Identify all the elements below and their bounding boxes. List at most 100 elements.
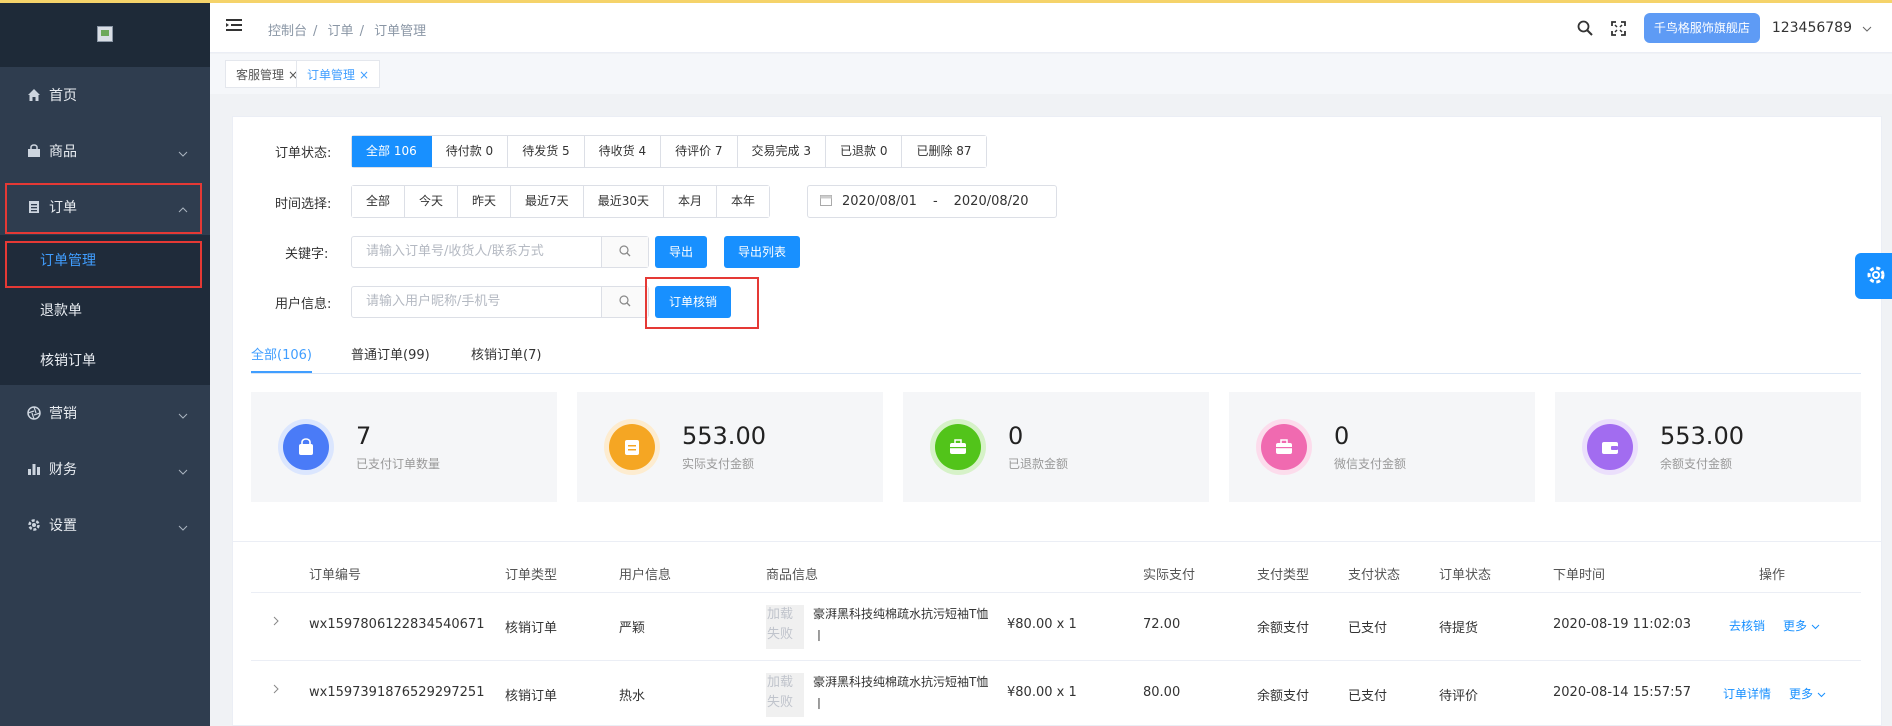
- briefcase-icon: [935, 424, 981, 470]
- pay-status: 已支付: [1348, 689, 1388, 704]
- status-option[interactable]: 待付款 0: [431, 136, 509, 167]
- status-option[interactable]: 待发货 5: [508, 136, 585, 167]
- date-range-picker[interactable]: 2020/08/01 - 2020/08/20: [807, 185, 1057, 218]
- chevron-down-icon: [178, 407, 188, 423]
- stat-value: 0: [1334, 422, 1350, 450]
- date-separator: -: [932, 194, 938, 209]
- wallet-icon: [1587, 424, 1633, 470]
- tab-verify[interactable]: 核销订单(7): [471, 344, 541, 373]
- highlight-orders: [5, 183, 202, 234]
- column-header: 用户信息: [619, 568, 672, 583]
- time-option[interactable]: 最近7天: [511, 186, 584, 217]
- stat-label: 已支付订单数量: [356, 457, 441, 471]
- floating-settings-button[interactable]: [1855, 253, 1892, 299]
- export-button[interactable]: 导出: [655, 236, 708, 268]
- sidebar-item-home[interactable]: 首页: [0, 67, 210, 123]
- close-icon[interactable]: ×: [359, 68, 369, 82]
- user-info: 严颖: [619, 621, 646, 636]
- status-option[interactable]: 待评价 7: [661, 136, 738, 167]
- tag-label: 订单管理: [307, 68, 356, 82]
- verify-link[interactable]: 去核销: [1729, 617, 1765, 634]
- column-header: 操作: [1759, 568, 1786, 583]
- tab-all[interactable]: 全部(106): [251, 344, 312, 373]
- chevron-right-icon[interactable]: [273, 683, 279, 698]
- chevron-down-icon: [178, 519, 188, 535]
- sidebar-subitem-verify-orders[interactable]: 核销订单: [0, 335, 210, 385]
- tag-order-management[interactable]: 订单管理 ×: [296, 60, 381, 88]
- time-label: 时间选择:: [275, 197, 332, 212]
- more-dropdown[interactable]: 更多: [1783, 617, 1820, 634]
- time-option[interactable]: 本月: [663, 186, 717, 217]
- status-label: 订单状态:: [275, 146, 332, 161]
- time-option[interactable]: 本年: [716, 186, 769, 217]
- pay-type: 余额支付: [1257, 689, 1310, 704]
- time-option[interactable]: 最近30天: [583, 186, 664, 217]
- breadcrumb-item[interactable]: 订单: [328, 24, 354, 39]
- status-option[interactable]: 已退款 0: [826, 136, 903, 167]
- sidebar-item-marketing[interactable]: 营销: [0, 385, 210, 441]
- time-filter-group: 全部 今天 昨天 最近7天 最近30天 本月 本年: [351, 185, 770, 218]
- sidebar-item-label: 设置: [49, 518, 77, 534]
- keyword-search: 请输入订单号/收货人/联系方式: [351, 236, 649, 268]
- stat-label: 余额支付金额: [1660, 457, 1733, 471]
- pay-status: 已支付: [1348, 621, 1388, 636]
- more-label: 更多: [1783, 619, 1808, 633]
- stat-label: 实际支付金额: [682, 457, 755, 471]
- user-search: 请输入用户昵称/手机号: [351, 286, 649, 318]
- order-status: 待提货: [1439, 621, 1479, 636]
- breadcrumb-item[interactable]: 控制台: [268, 24, 307, 39]
- gear-icon: [25, 516, 43, 534]
- sidebar-subitem-refunds[interactable]: 退款单: [0, 285, 210, 335]
- home-icon: [25, 86, 43, 104]
- time-option[interactable]: 全部: [352, 186, 406, 217]
- table-row: wx1597806122834540671 核销订单 严颖 加载失败 豪湃黑科技…: [251, 593, 1861, 661]
- product-price: ¥80.00 x 1: [1007, 617, 1077, 632]
- order-status: 待评价: [1439, 689, 1479, 704]
- shopping-bag-icon: [283, 424, 329, 470]
- status-option[interactable]: 待收货 4: [584, 136, 662, 167]
- highlight-verify-button: [645, 277, 759, 329]
- stat-value: 553.00: [682, 422, 766, 450]
- sidebar-item-settings[interactable]: 设置: [0, 497, 210, 553]
- time-option[interactable]: 昨天: [458, 186, 512, 217]
- bag-icon: [25, 142, 43, 160]
- user-menu[interactable]: 123456789: [1772, 20, 1872, 36]
- time-option[interactable]: 今天: [405, 186, 459, 217]
- main-content: 订单状态: 全部 106 待付款 0 待发货 5 待收货 4 待评价 7 交易完…: [232, 116, 1882, 726]
- product-thumbnail: 加载失败: [766, 605, 804, 649]
- sidebar-item-goods[interactable]: 商品: [0, 123, 210, 179]
- chevron-down-icon: [1817, 687, 1826, 701]
- chevron-right-icon[interactable]: [273, 615, 279, 630]
- menu-fold-icon[interactable]: [226, 18, 242, 35]
- column-header: 订单状态: [1439, 568, 1492, 583]
- keyword-input[interactable]: 请输入订单号/收货人/联系方式: [352, 237, 602, 267]
- order-time: 2020-08-19 11:02:03: [1553, 617, 1692, 632]
- keyword-label: 关键字:: [285, 247, 329, 262]
- sidebar-item-finance[interactable]: 财务: [0, 441, 210, 497]
- breadcrumb-item: 订单管理: [374, 24, 427, 39]
- column-header: 支付类型: [1257, 568, 1310, 583]
- search-icon: [619, 294, 631, 310]
- status-option[interactable]: 已删除 87: [902, 136, 986, 167]
- settings-gear-icon: [1865, 264, 1887, 289]
- pay-type: 余额支付: [1257, 621, 1310, 636]
- order-detail-link[interactable]: 订单详情: [1723, 685, 1771, 702]
- status-option[interactable]: 交易完成 3: [737, 136, 826, 167]
- export-list-button[interactable]: 导出列表: [724, 236, 801, 268]
- fullscreen-icon[interactable]: [1610, 20, 1626, 36]
- search-button[interactable]: [602, 237, 648, 267]
- order-tabs: 全部(106) 普通订单(99) 核销订单(7): [251, 344, 1861, 374]
- shop-switch-button[interactable]: 千鸟格服饰旗舰店: [1643, 13, 1760, 43]
- more-dropdown[interactable]: 更多: [1789, 685, 1826, 702]
- calendar-icon: [820, 194, 832, 210]
- search-button[interactable]: [602, 287, 648, 317]
- user-input[interactable]: 请输入用户昵称/手机号: [352, 287, 602, 317]
- top-header: 控制台 / 订单 / 订单管理 千鸟格服饰旗舰店 123456789: [210, 3, 1892, 53]
- date-start: 2020/08/01: [842, 194, 917, 209]
- status-option[interactable]: 全部 106: [352, 136, 432, 167]
- paid-amount: 80.00: [1143, 685, 1181, 700]
- product-price: ¥80.00 x 1: [1007, 685, 1077, 700]
- sidebar: 首页 商品 订单 订单管理 退款单 核销订单 营销 财务 设置: [0, 0, 210, 726]
- search-icon[interactable]: [1577, 20, 1593, 36]
- tab-normal[interactable]: 普通订单(99): [351, 344, 430, 373]
